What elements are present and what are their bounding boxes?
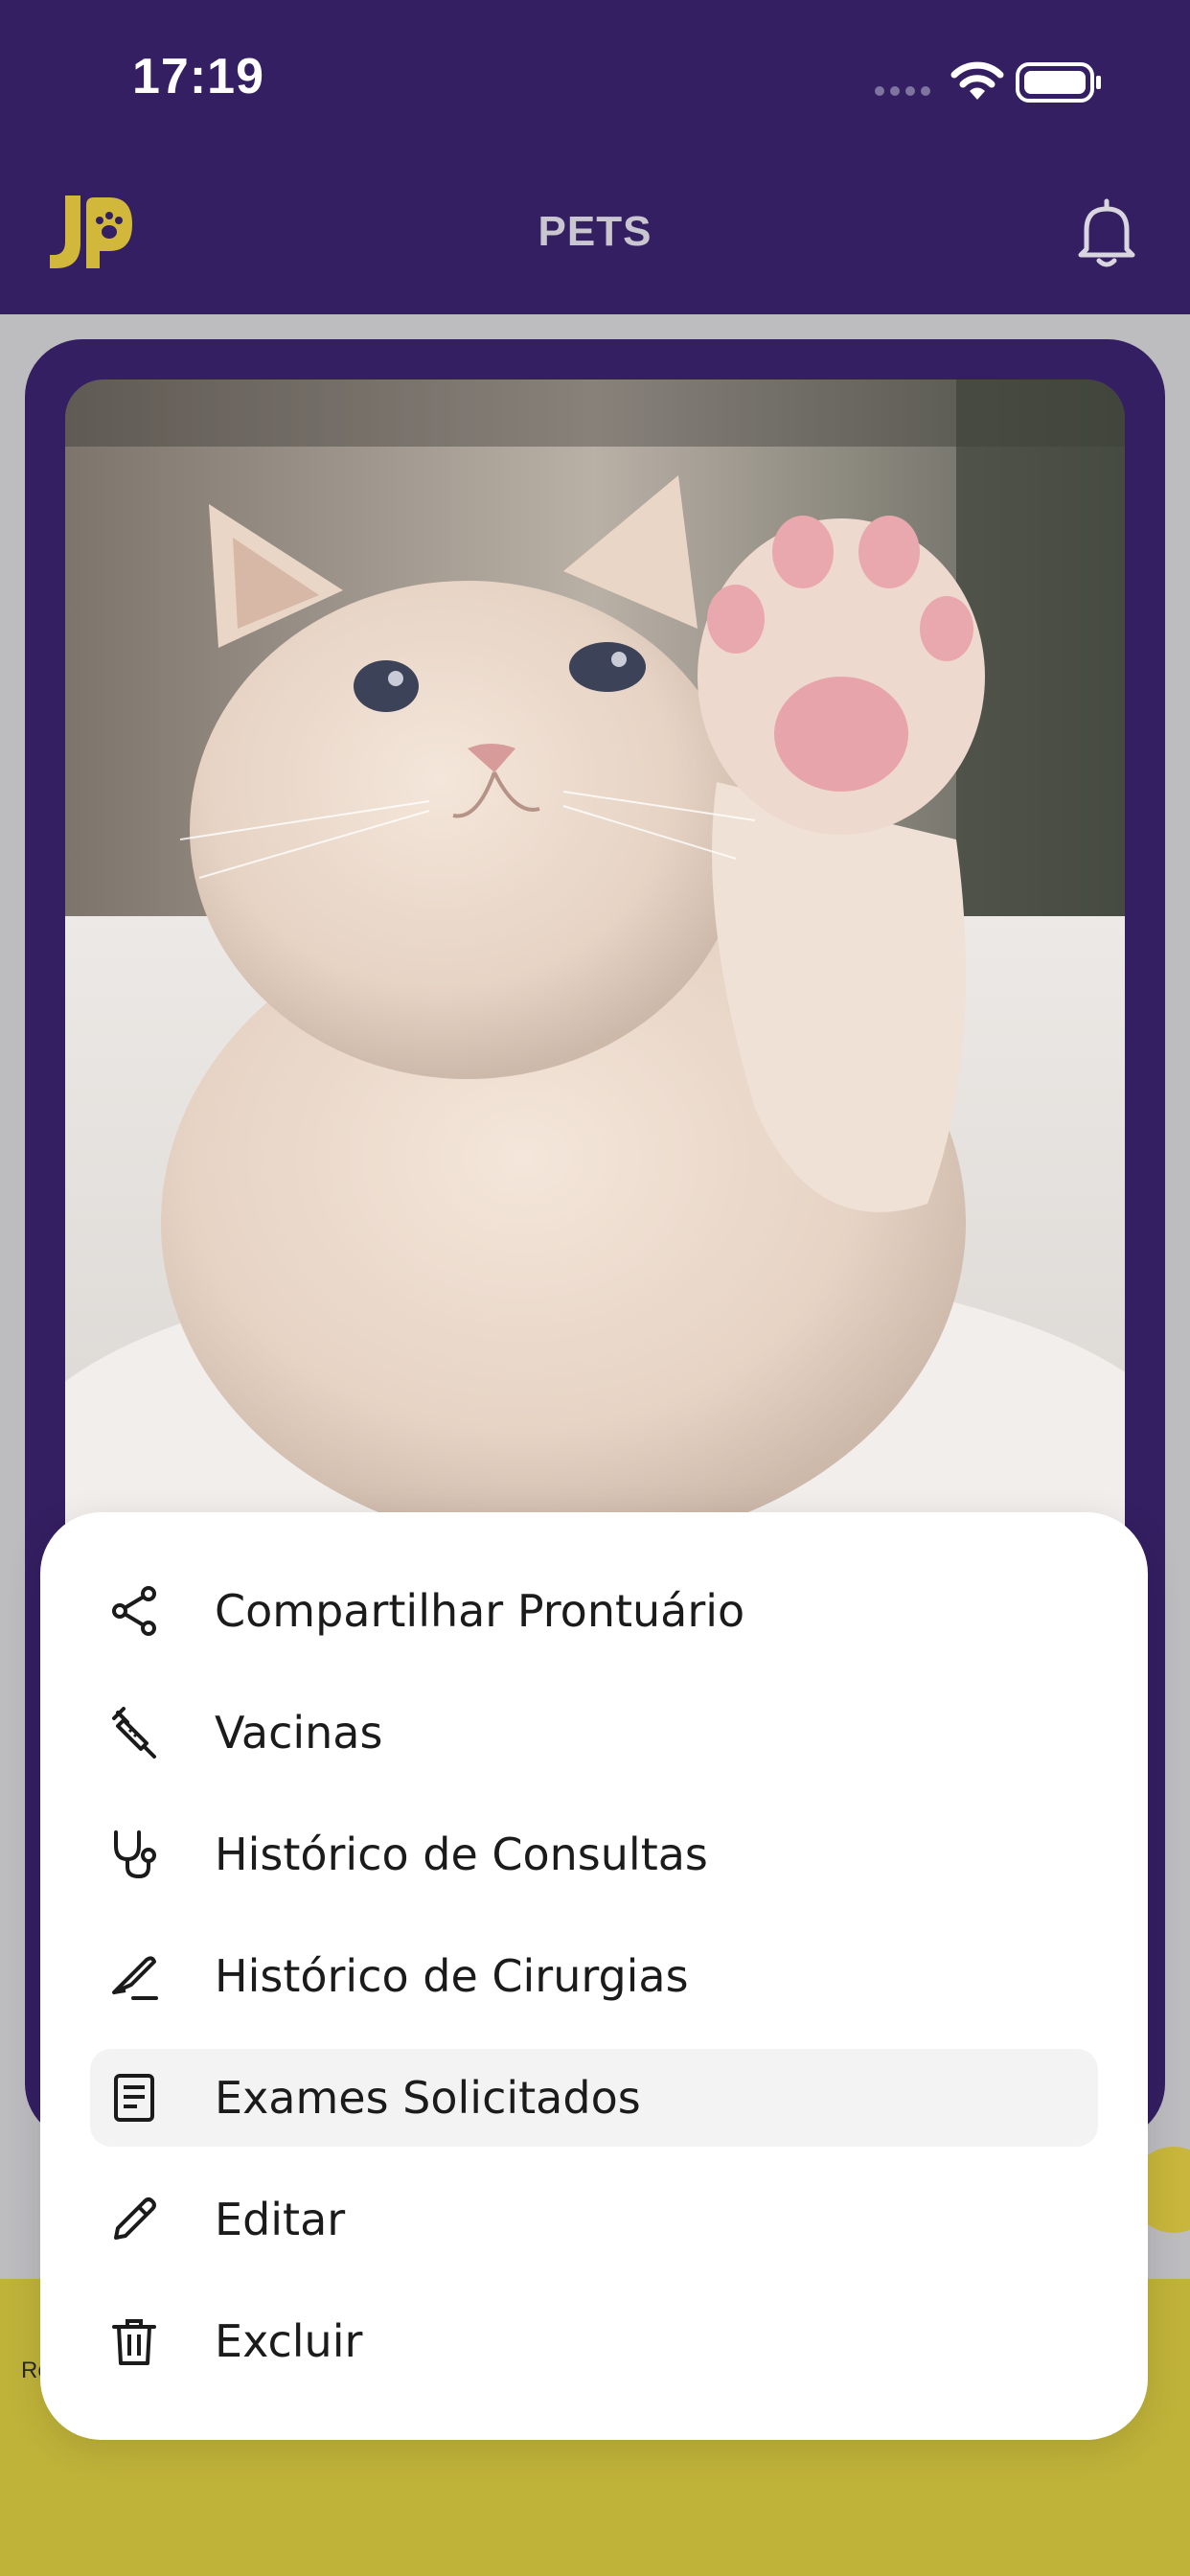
menu-item-editar[interactable]: Editar bbox=[90, 2171, 1098, 2268]
menu-item-label: Exames Solicitados bbox=[215, 2072, 641, 2124]
menu-item-label: Histórico de Consultas bbox=[215, 1828, 708, 1880]
menu-item-label: Editar bbox=[215, 2194, 346, 2245]
syringe-icon bbox=[105, 1704, 163, 1761]
menu-item-label: Compartilhar Prontuário bbox=[215, 1585, 745, 1637]
stethoscope-icon bbox=[105, 1826, 163, 1883]
status-bar: 17:19 bbox=[0, 0, 1190, 153]
scalpel-icon bbox=[105, 1947, 163, 2005]
notification-bell-icon[interactable] bbox=[1073, 194, 1140, 270]
kitten-image bbox=[65, 380, 1125, 1577]
menu-item-exames-solicitados[interactable]: Exames Solicitados bbox=[90, 2049, 1098, 2147]
menu-item-compartilhar-prontuario[interactable]: Compartilhar Prontuário bbox=[90, 1562, 1098, 1660]
menu-item-label: Histórico de Cirurgias bbox=[215, 1950, 689, 2002]
pet-photo bbox=[65, 380, 1125, 1577]
share-icon bbox=[105, 1582, 163, 1640]
status-time: 17:19 bbox=[132, 49, 264, 104]
menu-item-excluir[interactable]: Excluir bbox=[90, 2292, 1098, 2390]
document-icon bbox=[105, 2069, 163, 2127]
menu-item-label: Vacinas bbox=[215, 1707, 383, 1759]
wifi-icon bbox=[950, 61, 1004, 100]
cellular-signal-icon bbox=[875, 86, 930, 96]
page-title: PETS bbox=[538, 208, 652, 255]
pet-actions-menu: Compartilhar Prontuário Vacinas Históric… bbox=[40, 1512, 1148, 2440]
menu-item-historico-consultas[interactable]: Histórico de Consultas bbox=[90, 1806, 1098, 1903]
pencil-icon bbox=[105, 2191, 163, 2248]
battery-icon bbox=[1016, 62, 1101, 103]
status-icons bbox=[874, 56, 1123, 104]
menu-item-label: Excluir bbox=[215, 2315, 363, 2367]
menu-item-historico-cirurgias[interactable]: Histórico de Cirurgias bbox=[90, 1927, 1098, 2025]
menu-item-vacinas[interactable]: Vacinas bbox=[90, 1684, 1098, 1782]
app-header: PETS bbox=[0, 153, 1190, 314]
trash-icon bbox=[105, 2312, 163, 2370]
